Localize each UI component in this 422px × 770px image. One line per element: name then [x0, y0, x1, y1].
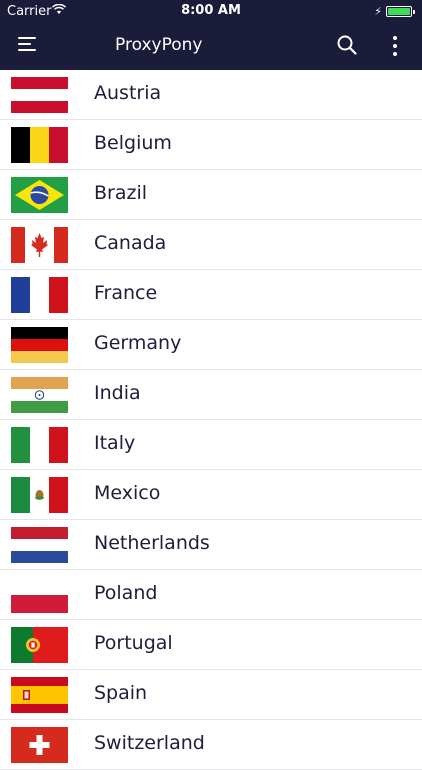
- country-name: Austria: [94, 82, 162, 104]
- country-name: Mexico: [94, 482, 161, 504]
- mexico-flag-icon: [11, 477, 68, 513]
- app-title: ProxyPony: [115, 35, 203, 55]
- app-header: Carrier 8:00 AM ⚡ ProxyPony: [0, 0, 422, 70]
- country-name: Portugal: [94, 632, 173, 654]
- france-flag-icon: [11, 277, 68, 313]
- germany-flag-icon: [11, 327, 68, 363]
- country-row-india[interactable]: India: [0, 370, 422, 420]
- canada-flag-icon: [11, 227, 68, 263]
- portugal-flag-icon: [11, 627, 68, 663]
- country-row-belgium[interactable]: Belgium: [0, 120, 422, 170]
- country-row-austria[interactable]: Austria: [0, 70, 422, 120]
- hamburger-menu-icon[interactable]: [18, 36, 38, 52]
- battery-level: [388, 8, 410, 15]
- country-name: Spain: [94, 682, 148, 704]
- italy-flag-icon: [11, 427, 68, 463]
- country-row-portugal[interactable]: Portugal: [0, 620, 422, 670]
- country-name: Belgium: [94, 132, 172, 154]
- country-name: Switzerland: [94, 732, 205, 754]
- search-icon[interactable]: [336, 34, 358, 56]
- switzerland-flag-icon: [11, 727, 68, 763]
- country-row-mexico[interactable]: Mexico: [0, 470, 422, 520]
- country-name: France: [94, 282, 158, 304]
- country-name: Germany: [94, 332, 182, 354]
- more-vertical-icon[interactable]: [388, 34, 402, 58]
- brazil-flag-icon: [11, 177, 68, 213]
- country-row-spain[interactable]: Spain: [0, 670, 422, 720]
- country-name: Poland: [94, 582, 158, 604]
- spain-flag-icon: [11, 677, 68, 713]
- app-toolbar: ProxyPony: [0, 22, 422, 70]
- country-name: India: [94, 382, 141, 404]
- country-name: Italy: [94, 432, 136, 454]
- country-row-brazil[interactable]: Brazil: [0, 170, 422, 220]
- austria-flag-icon: [11, 77, 68, 113]
- country-row-switzerland[interactable]: Switzerland: [0, 720, 422, 770]
- country-name: Canada: [94, 232, 167, 254]
- country-row-netherlands[interactable]: Netherlands: [0, 520, 422, 570]
- country-row-france[interactable]: France: [0, 270, 422, 320]
- country-name: Brazil: [94, 182, 148, 204]
- country-row-germany[interactable]: Germany: [0, 320, 422, 370]
- netherlands-flag-icon: [11, 527, 68, 563]
- country-list: Austria Belgium Brazil Canada France Ger…: [0, 70, 422, 770]
- country-row-poland[interactable]: Poland: [0, 570, 422, 620]
- charging-icon: ⚡: [374, 5, 382, 18]
- status-time: 8:00 AM: [181, 3, 241, 18]
- battery-icon: [386, 6, 415, 17]
- country-row-italy[interactable]: Italy: [0, 420, 422, 470]
- status-bar: Carrier 8:00 AM ⚡: [0, 0, 422, 22]
- poland-flag-icon: [11, 577, 68, 613]
- country-name: Netherlands: [94, 532, 210, 554]
- country-row-canada[interactable]: Canada: [0, 220, 422, 270]
- india-flag-icon: [11, 377, 68, 413]
- belgium-flag-icon: [11, 127, 68, 163]
